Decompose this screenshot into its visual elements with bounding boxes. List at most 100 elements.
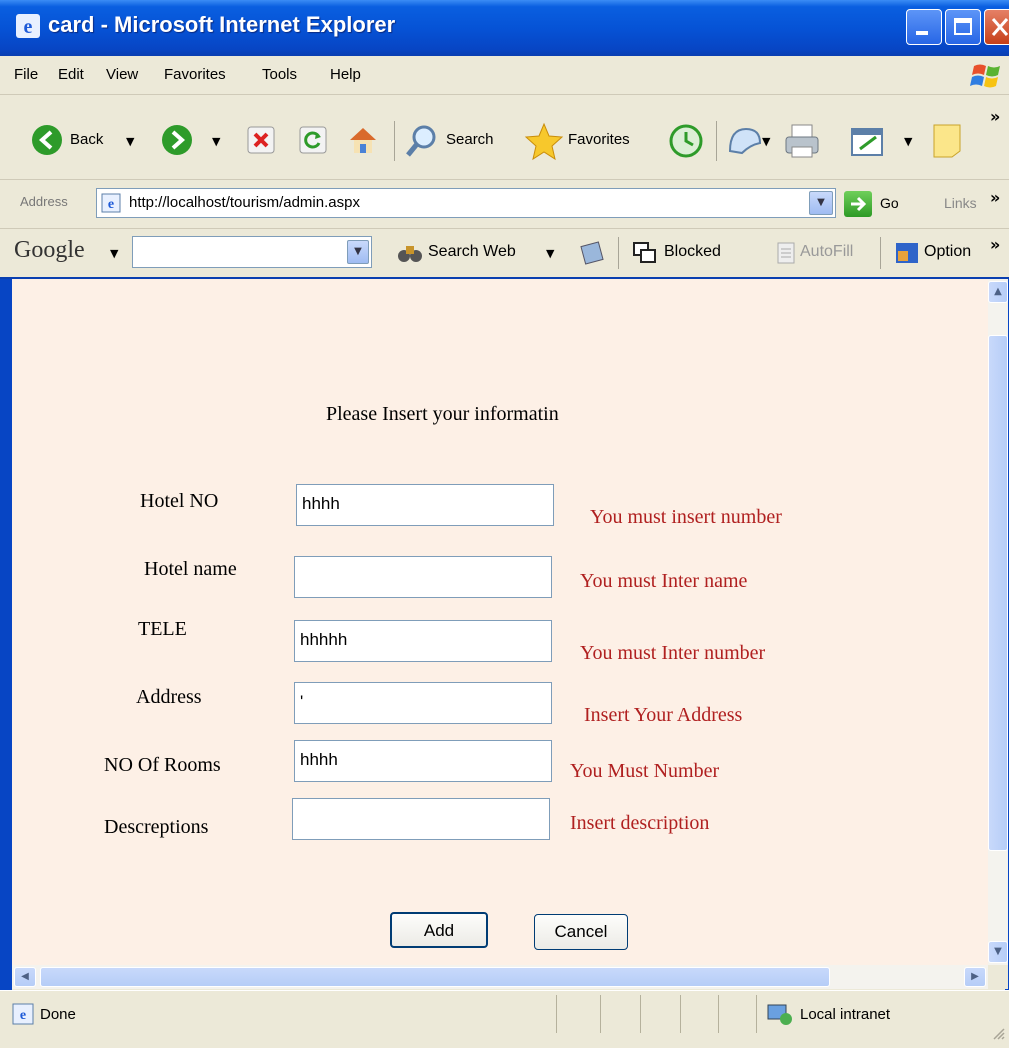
favorites-star-icon[interactable] — [524, 121, 564, 161]
binoculars-icon — [398, 246, 422, 262]
close-button[interactable] — [984, 9, 1009, 45]
zone-label: Local intranet — [800, 1006, 891, 1023]
mail-icon[interactable] — [726, 123, 766, 159]
address-dropdown-icon[interactable]: ▼ — [809, 191, 833, 215]
hotel-no-label: Hotel NO — [140, 490, 219, 512]
hotel-name-error: You must Inter name — [580, 570, 748, 592]
news-icon[interactable] — [578, 239, 608, 267]
search-icon[interactable] — [404, 123, 440, 159]
hotel-no-input[interactable]: hhhh — [296, 484, 554, 526]
history-icon[interactable] — [668, 123, 704, 159]
minimize-icon — [916, 31, 928, 35]
hotel-name-label: Hotel name — [144, 558, 237, 580]
status-cell — [680, 995, 681, 1033]
address-label: Address — [20, 194, 68, 209]
google-separator — [618, 237, 619, 269]
vertical-scrollbar[interactable]: ▲ ▼ — [988, 279, 1008, 965]
hotel-name-input[interactable] — [294, 556, 552, 598]
back-dropdown-icon[interactable]: ▼ — [126, 135, 134, 148]
scrollbar-corner — [988, 965, 1008, 989]
svg-text:e: e — [20, 1008, 26, 1023]
menu-edit[interactable]: Edit — [58, 66, 84, 83]
go-label[interactable]: Go — [880, 195, 899, 211]
autofill-icon[interactable] — [776, 241, 798, 265]
scroll-up-icon[interactable]: ▲ — [988, 281, 1008, 303]
google-separator — [880, 237, 881, 269]
horizontal-scrollbar[interactable]: ◀ ▶ — [12, 965, 988, 989]
google-logo[interactable]: Google — [14, 237, 85, 264]
back-label[interactable]: Back — [70, 131, 103, 148]
popup-blocker-icon[interactable] — [632, 241, 658, 265]
forward-icon[interactable] — [160, 123, 194, 157]
status-cell — [556, 995, 557, 1033]
scroll-right-icon[interactable]: ▶ — [964, 967, 986, 987]
page-icon: e — [101, 193, 121, 213]
refresh-icon[interactable] — [298, 125, 328, 155]
google-overflow-icon[interactable]: » — [990, 235, 1000, 254]
standard-toolbar: Back ▼ ▼ Search Favorites ▼ ▼ » — [0, 95, 1009, 180]
horizontal-scroll-thumb[interactable] — [40, 967, 830, 987]
rooms-error: You Must Number — [570, 760, 720, 782]
toolbar-separator — [394, 121, 395, 161]
menu-file[interactable]: File — [14, 66, 38, 83]
back-icon[interactable] — [30, 123, 64, 157]
minimize-button[interactable] — [906, 9, 942, 45]
resize-grip-icon[interactable] — [990, 1025, 1006, 1041]
go-button[interactable] — [844, 191, 872, 217]
description-input[interactable] — [292, 798, 550, 840]
menu-help[interactable]: Help — [330, 66, 361, 83]
rooms-input[interactable]: hhhh — [294, 740, 552, 782]
forward-dropdown-icon[interactable]: ▼ — [212, 135, 220, 148]
tele-input[interactable]: hhhhh — [294, 620, 552, 662]
status-text: Done — [40, 1006, 76, 1023]
status-cell — [756, 995, 757, 1033]
links-overflow-icon[interactable]: » — [990, 188, 1000, 207]
menu-tools[interactable]: Tools — [262, 66, 297, 83]
options-icon[interactable] — [894, 241, 920, 265]
edit-icon[interactable] — [848, 123, 888, 159]
title-bar[interactable]: e card - Microsoft Internet Explorer — [0, 0, 1009, 56]
links-label[interactable]: Links — [944, 195, 977, 211]
form-heading: Please Insert your informatin — [326, 403, 559, 425]
print-icon[interactable] — [782, 121, 822, 161]
menu-bar: File Edit View Favorites Tools Help — [0, 56, 1009, 95]
toolbar-overflow-icon[interactable]: » — [990, 107, 1000, 126]
home-icon[interactable] — [346, 123, 380, 157]
blocked-label[interactable]: Blocked — [664, 243, 721, 261]
address-field-error: Insert Your Address — [584, 704, 743, 726]
search-label[interactable]: Search — [446, 131, 494, 148]
window-title: card - Microsoft Internet Explorer — [48, 12, 396, 37]
google-search-dropdown-icon[interactable]: ▼ — [347, 240, 369, 264]
edit-dropdown-icon[interactable]: ▼ — [904, 135, 912, 148]
google-search-input[interactable]: ▼ — [132, 236, 372, 268]
vertical-scroll-thumb[interactable] — [988, 335, 1008, 851]
tele-label: TELE — [138, 618, 187, 640]
google-menu-dropdown-icon[interactable]: ▼ — [110, 247, 118, 260]
mail-dropdown-icon[interactable]: ▼ — [762, 135, 770, 148]
address-input[interactable]: e http://localhost/tourism/admin.aspx ▼ — [96, 188, 836, 218]
scroll-down-icon[interactable]: ▼ — [988, 941, 1008, 963]
menu-view[interactable]: View — [106, 66, 138, 83]
menu-favorites[interactable]: Favorites — [164, 66, 226, 83]
address-field-input[interactable]: ' — [294, 682, 552, 724]
google-toolbar: Google ▼ ▼ Search Web ▼ Blocked AutoFill… — [0, 229, 1009, 279]
search-web-dropdown-icon[interactable]: ▼ — [546, 247, 554, 260]
search-web-button[interactable]: Search Web — [428, 243, 516, 261]
tele-error: You must Inter number — [580, 642, 766, 664]
page-done-icon: e — [12, 1003, 34, 1025]
address-bar: Address e http://localhost/tourism/admin… — [0, 180, 1009, 229]
window-frame-left — [0, 279, 12, 1022]
svg-text:e: e — [108, 197, 114, 212]
cancel-button[interactable]: Cancel — [534, 914, 628, 950]
autofill-label[interactable]: AutoFill — [800, 243, 853, 261]
ie-icon: e — [16, 14, 40, 38]
description-error: Insert description — [570, 812, 710, 834]
options-label[interactable]: Option — [924, 243, 971, 261]
favorites-label[interactable]: Favorites — [568, 131, 630, 148]
stop-icon[interactable] — [246, 125, 276, 155]
maximize-button[interactable] — [945, 9, 981, 45]
add-button[interactable]: Add — [390, 912, 488, 948]
scroll-left-icon[interactable]: ◀ — [14, 967, 36, 987]
notes-icon[interactable] — [930, 121, 966, 161]
status-cell — [718, 995, 719, 1033]
